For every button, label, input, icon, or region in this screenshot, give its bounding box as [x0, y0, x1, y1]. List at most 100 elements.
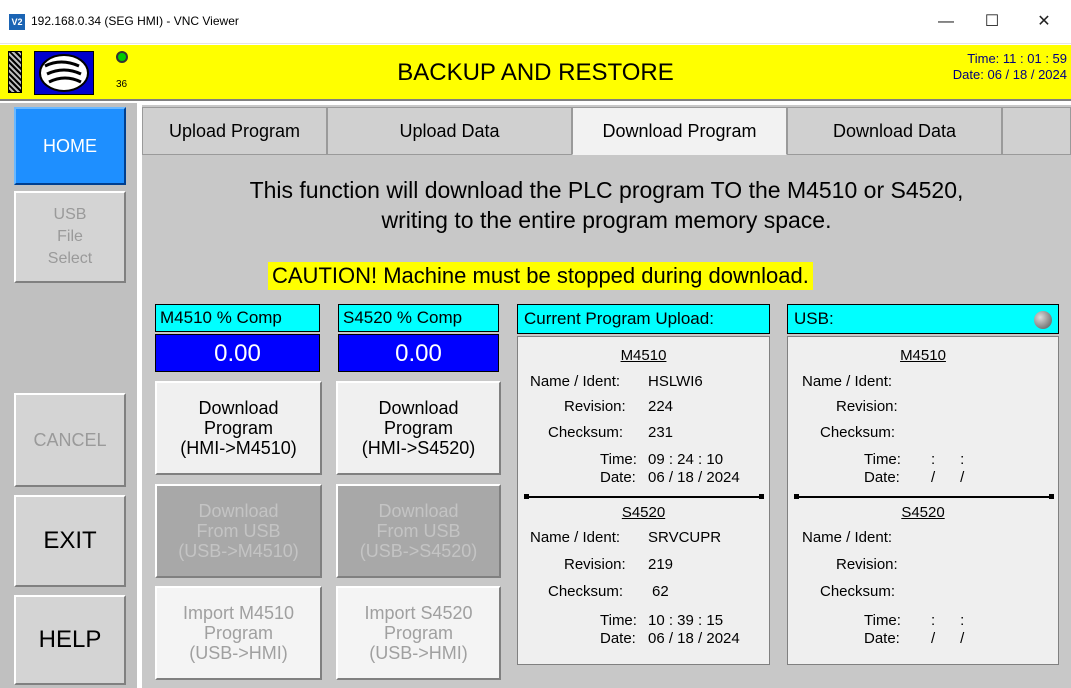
exit-button[interactable]: EXIT	[14, 495, 126, 587]
btn-line: Download	[198, 501, 279, 521]
btn-line: (HMI->M4510)	[180, 438, 297, 458]
btn-line: (USB->S4520)	[359, 541, 478, 561]
usb-m4510-time: : :	[931, 451, 965, 468]
name-label: Name / Ident:	[802, 373, 893, 390]
minimize-button[interactable]: —	[923, 0, 969, 44]
usb-status-led-icon	[1034, 311, 1052, 329]
usb-header: USB:	[787, 304, 1059, 334]
left-nav: HOME USB File Select CANCEL EXIT HELP	[0, 103, 137, 688]
usb-s4520-time: : :	[931, 612, 965, 629]
current-upload-panel: M4510 Name / Ident: HSLWI6 Revision: 224…	[517, 336, 770, 665]
cancel-button[interactable]: CANCEL	[14, 393, 126, 487]
maximize-button[interactable]: ☐	[969, 0, 1015, 44]
revision-label: Revision:	[564, 398, 626, 415]
btn-line: Program	[203, 623, 274, 643]
btn-line: From USB	[376, 521, 461, 541]
date-label: Date:	[600, 630, 636, 647]
btn-line: (USB->M4510)	[178, 541, 299, 561]
time-label: Time:	[600, 612, 637, 629]
tab-upload-data[interactable]: Upload Data	[327, 107, 572, 155]
current-m4510-title: M4510	[620, 347, 667, 364]
time-label: Time:	[600, 451, 637, 468]
current-s4520-date: 06 / 18 / 2024	[648, 630, 740, 647]
tab-upload-program[interactable]: Upload Program	[142, 107, 327, 155]
btn-line: Download	[378, 501, 459, 521]
btn-line: Import S4520	[364, 603, 473, 623]
checksum-label: Checksum:	[548, 424, 624, 441]
tab-bar: Upload Program Upload Data Download Prog…	[142, 105, 1071, 157]
btn-line: (USB->HMI)	[369, 643, 468, 663]
m4510-comp-value: 0.00	[155, 334, 320, 372]
usb-file-select-line1: USB	[53, 206, 87, 223]
checksum-label: Checksum:	[820, 424, 896, 441]
current-s4520-title: S4520	[621, 504, 666, 521]
clock-date: Date: 06 / 18 / 2024	[952, 67, 1067, 82]
download-program-s4520-button[interactable]: Download Program (HMI->S4520)	[336, 381, 501, 475]
window-titlebar: V2 192.168.0.34 (SEG HMI) - VNC Viewer —…	[0, 0, 1071, 44]
current-s4520-checksum: 62	[652, 583, 669, 600]
tab-download-data[interactable]: Download Data	[787, 107, 1002, 155]
revision-label: Revision:	[836, 398, 898, 415]
caution-banner: CAUTION! Machine must be stopped during …	[268, 262, 813, 290]
usb-panel: M4510 Name / Ident: Revision: Checksum: …	[787, 336, 1059, 665]
time-label: Time:	[864, 451, 901, 468]
btn-line: Import M4510	[182, 603, 295, 623]
download-from-usb-m4510-button[interactable]: Download From USB (USB->M4510)	[155, 484, 322, 578]
name-label: Name / Ident:	[530, 529, 621, 546]
window-title: 192.168.0.34 (SEG HMI) - VNC Viewer	[31, 14, 239, 28]
usb-file-select-line2: File	[57, 228, 83, 245]
btn-line: (USB->HMI)	[189, 643, 288, 663]
download-program-m4510-button[interactable]: Download Program (HMI->M4510)	[155, 381, 322, 475]
main-content: Upload Program Upload Data Download Prog…	[142, 105, 1071, 688]
close-button[interactable]: ✕	[1021, 0, 1067, 44]
current-s4520-name: SRVCUPR	[648, 529, 722, 546]
time-label: Time:	[864, 612, 901, 629]
revision-label: Revision:	[836, 556, 898, 573]
name-label: Name / Ident:	[530, 373, 621, 390]
checksum-label: Checksum:	[548, 583, 624, 600]
current-s4520-revision: 219	[648, 556, 674, 573]
panel-separator	[794, 494, 1054, 499]
description-line2: writing to the entire program memory spa…	[381, 207, 832, 233]
current-upload-header: Current Program Upload:	[517, 304, 770, 334]
btn-line: Program	[383, 418, 454, 438]
clock-display: Time: 11 : 01 : 59 Date: 06 / 18 / 2024	[953, 51, 1067, 83]
current-m4510-date: 06 / 18 / 2024	[648, 469, 740, 486]
usb-m4510-title: M4510	[900, 347, 946, 364]
current-s4520-time: 10 : 39 : 15	[648, 612, 724, 629]
import-s4520-program-button[interactable]: Import S4520 Program (USB->HMI)	[336, 586, 501, 680]
usb-file-select-line3: Select	[47, 250, 93, 267]
usb-m4510-date: / /	[931, 469, 965, 486]
btn-line: Program	[383, 623, 454, 643]
page-title: BACKUP AND RESTORE	[397, 59, 674, 86]
import-m4510-program-button[interactable]: Import M4510 Program (USB->HMI)	[155, 586, 322, 680]
name-label: Name / Ident:	[802, 529, 893, 546]
usb-file-select-button[interactable]: USB File Select	[14, 191, 126, 283]
date-label: Date:	[864, 469, 900, 486]
hmi-header: 36 BACKUP AND RESTORE Time: 11 : 01 : 59…	[0, 45, 1071, 101]
description-line1: This function will download the PLC prog…	[249, 177, 964, 203]
btn-line: Program	[203, 418, 274, 438]
btn-line: From USB	[196, 521, 281, 541]
usb-s4520-title: S4520	[901, 504, 945, 521]
current-m4510-revision: 224	[648, 398, 674, 415]
description-text: This function will download the PLC prog…	[142, 175, 1071, 235]
help-button[interactable]: HELP	[14, 595, 126, 685]
btn-line: Download	[198, 398, 279, 418]
tab-download-program[interactable]: Download Program	[572, 107, 787, 155]
s4520-comp-label: S4520 % Comp	[338, 304, 499, 332]
current-m4510-checksum: 231	[648, 424, 674, 441]
panel-separator	[524, 494, 764, 499]
current-m4510-time: 09 : 24 : 10	[648, 451, 724, 468]
date-label: Date:	[864, 630, 900, 647]
download-from-usb-s4520-button[interactable]: Download From USB (USB->S4520)	[336, 484, 501, 578]
tab-filler	[1002, 107, 1071, 155]
usb-header-label: USB:	[794, 309, 834, 328]
home-button[interactable]: HOME	[14, 107, 126, 185]
checksum-label: Checksum:	[820, 583, 896, 600]
date-label: Date:	[600, 469, 636, 486]
m4510-comp-label: M4510 % Comp	[155, 304, 320, 332]
current-m4510-name: HSLWI6	[648, 373, 703, 390]
btn-line: Download	[378, 398, 459, 418]
vnc-app-icon: V2	[9, 14, 25, 30]
